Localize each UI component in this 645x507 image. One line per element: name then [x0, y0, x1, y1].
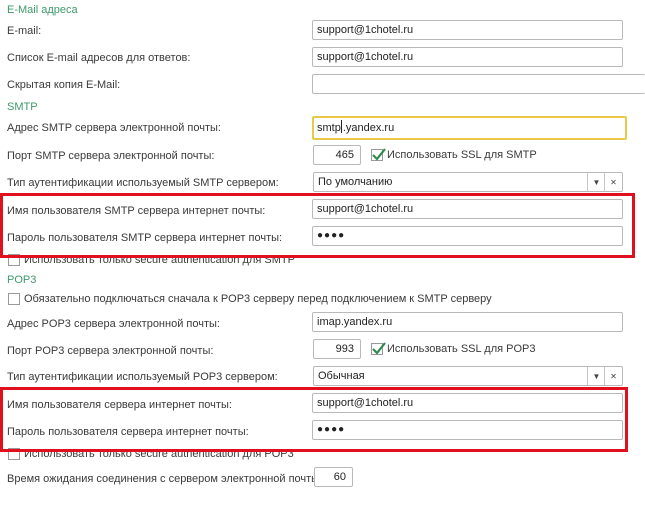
email-label: E-mail:: [7, 25, 42, 37]
pop3-connect-first-checkbox[interactable]: [8, 293, 20, 305]
smtp-section-title: SMTP: [7, 101, 38, 113]
pop3-port-label: Порт POP3 сервера электронной почты:: [7, 345, 214, 357]
checkmark-icon: [372, 342, 386, 355]
checkmark-icon: [372, 148, 386, 161]
smtp-port-label: Порт SMTP сервера электронной почты:: [7, 150, 215, 162]
smtp-ssl-label: Использовать SSL для SMTP: [387, 149, 537, 161]
reply-emails-input[interactable]: support@1chotel.ru: [312, 47, 623, 67]
pop3-section-title: POP3: [7, 274, 37, 286]
smtp-server-value-end: .yandex.ru: [342, 122, 395, 134]
chevron-down-icon[interactable]: ▼: [587, 367, 605, 385]
close-icon[interactable]: ✕: [604, 367, 622, 385]
timeout-input[interactable]: 60: [314, 467, 353, 487]
smtp-auth-label: Тип аутентификации используемый SMTP сер…: [7, 177, 279, 189]
smtp-port-input[interactable]: 465: [313, 145, 361, 165]
email-input[interactable]: support@1chotel.ru: [312, 20, 623, 40]
pop3-port-input[interactable]: 993: [313, 339, 361, 359]
timeout-label: Время ожидания соединения с сервером эле…: [7, 473, 323, 485]
smtp-ssl-checkbox[interactable]: [371, 148, 386, 161]
email-section-title: E-Mail адреса: [7, 4, 78, 16]
bcc-label: Скрытая копия E-Mail:: [7, 79, 121, 91]
pop3-auth-select[interactable]: Обычная ▼ ✕: [313, 366, 623, 386]
smtp-server-label: Адрес SMTP сервера электронной почты:: [7, 122, 221, 134]
smtp-credentials-highlight: [0, 193, 635, 258]
bcc-input[interactable]: [312, 74, 645, 94]
pop3-server-input[interactable]: imap.yandex.ru: [312, 312, 623, 332]
pop3-credentials-highlight: [0, 387, 628, 452]
pop3-auth-label: Тип аутентификации используемый POP3 сер…: [7, 371, 278, 383]
close-icon[interactable]: ✕: [604, 173, 622, 191]
pop3-auth-value: Обычная: [318, 370, 365, 382]
pop3-server-label: Адрес POP3 сервера электронной почты:: [7, 318, 220, 330]
pop3-connect-first-label: Обязательно подключаться сначала к POP3 …: [24, 293, 492, 305]
chevron-down-icon[interactable]: ▼: [587, 173, 605, 191]
smtp-server-input[interactable]: smtp .yandex.ru: [312, 116, 627, 140]
pop3-ssl-checkbox[interactable]: [371, 342, 386, 355]
smtp-server-value-start: smtp: [317, 122, 341, 134]
pop3-ssl-label: Использовать SSL для POP3: [387, 343, 536, 355]
reply-emails-label: Список E-mail адресов для ответов:: [7, 52, 191, 64]
smtp-auth-value: По умолчанию: [318, 176, 393, 188]
smtp-auth-select[interactable]: По умолчанию ▼ ✕: [313, 172, 623, 192]
